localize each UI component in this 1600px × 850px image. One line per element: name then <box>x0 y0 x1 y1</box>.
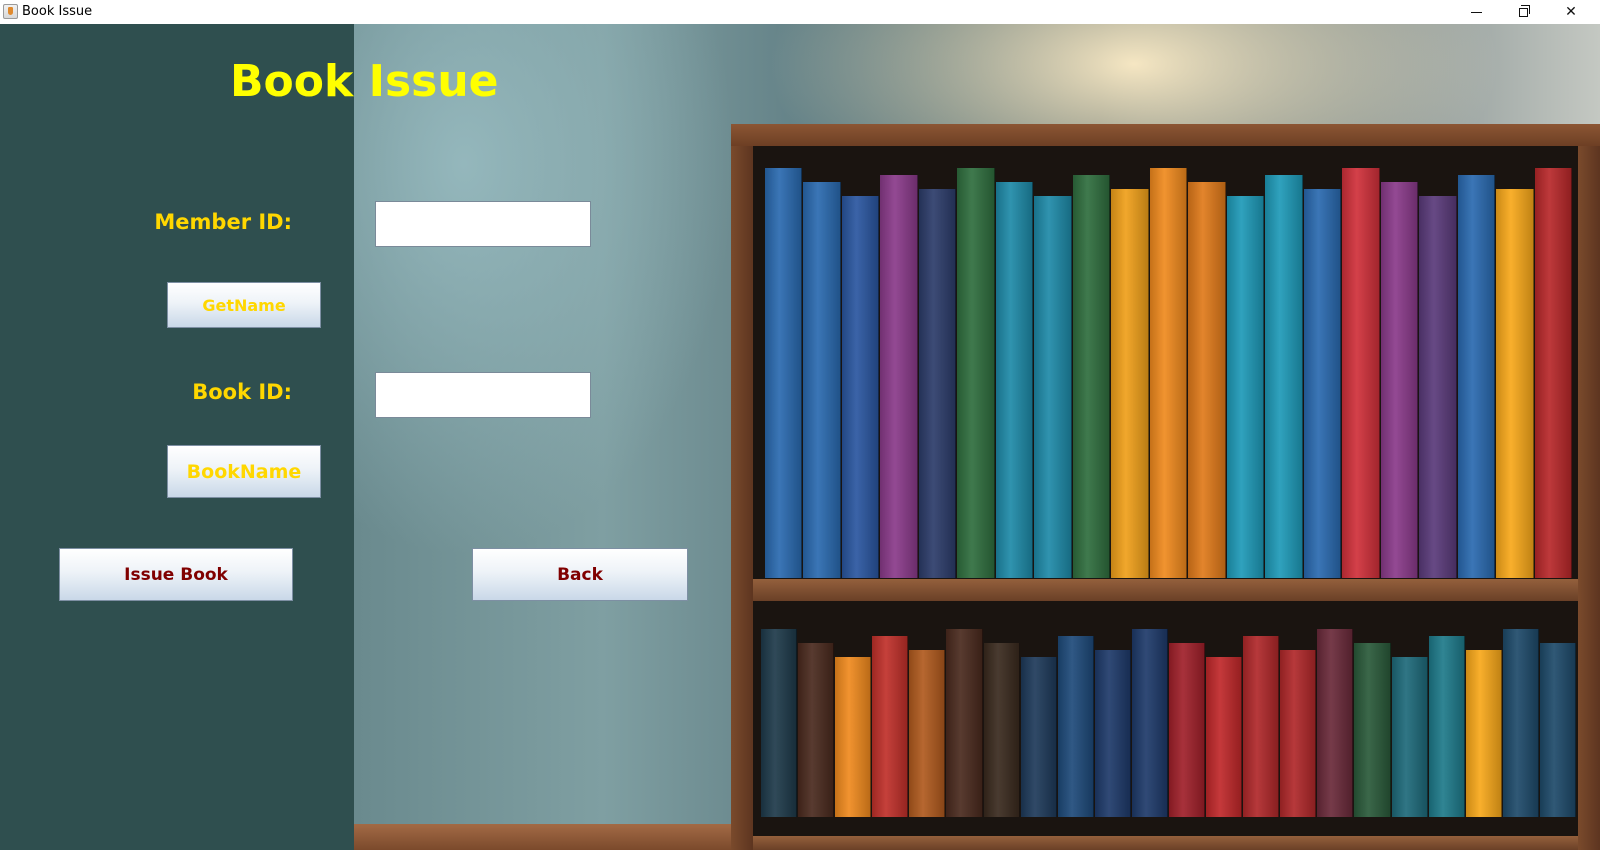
bookshelf <box>731 124 1600 850</box>
member-id-input[interactable] <box>375 201 591 247</box>
book-spine <box>1428 636 1465 817</box>
book-spine <box>946 629 983 817</box>
book-spine <box>1094 650 1131 817</box>
book-spine <box>1380 182 1419 578</box>
bookshelf-side-left <box>731 146 753 850</box>
book-spine <box>983 643 1020 817</box>
minimize-button[interactable] <box>1453 0 1499 24</box>
book-spine <box>761 629 798 817</box>
window-title: Book Issue <box>22 4 93 19</box>
book-spine <box>1342 168 1380 578</box>
book-spine <box>1391 657 1428 817</box>
book-spine <box>1303 189 1342 578</box>
issue-book-button[interactable]: Issue Book <box>59 548 293 601</box>
window-content: Book Issue Member ID: GetName Book ID: B… <box>0 24 1600 850</box>
book-spine <box>995 182 1034 578</box>
book-spine <box>1057 636 1094 817</box>
book-spine <box>765 168 803 578</box>
book-spine <box>1020 657 1057 817</box>
book-spine <box>880 175 918 578</box>
book-spine <box>1457 175 1496 578</box>
shelf-plank-bottom <box>753 836 1578 850</box>
book-spine <box>1188 182 1226 578</box>
book-spine <box>918 189 957 578</box>
book-spine <box>1226 196 1265 578</box>
book-spine <box>803 182 841 578</box>
book-spine <box>1534 168 1572 578</box>
bookshelf-back <box>753 146 1578 850</box>
bookshelf-top <box>731 124 1600 146</box>
restore-icon <box>1518 4 1530 17</box>
java-app-icon <box>3 4 18 19</box>
book-spine <box>841 196 880 578</box>
book-spine <box>1131 629 1168 817</box>
book-id-input[interactable] <box>375 372 591 418</box>
book-spine <box>1169 643 1206 817</box>
book-id-label: Book ID: <box>192 380 292 404</box>
book-spine <box>1072 175 1111 578</box>
book-spine <box>1465 650 1502 817</box>
book-spine <box>1317 629 1354 817</box>
bookshelf-side-right <box>1578 146 1600 850</box>
close-button[interactable]: ✕ <box>1548 0 1594 24</box>
book-spine <box>1111 189 1149 578</box>
book-name-button[interactable]: BookName <box>167 445 321 498</box>
book-spine <box>1502 629 1539 817</box>
restore-button[interactable] <box>1500 0 1546 24</box>
book-spine <box>1265 175 1303 578</box>
book-spine <box>1539 643 1576 817</box>
book-spine <box>1034 196 1072 578</box>
back-button[interactable]: Back <box>472 548 688 601</box>
book-spine <box>1280 650 1317 817</box>
left-panel <box>0 24 354 850</box>
book-spine <box>872 636 909 817</box>
get-name-button[interactable]: GetName <box>167 282 321 328</box>
book-spine <box>1243 636 1280 817</box>
book-spine <box>1419 196 1457 578</box>
book-spine <box>1354 643 1391 817</box>
page-title: Book Issue <box>230 56 499 107</box>
book-spine <box>835 657 872 817</box>
book-spine <box>909 650 946 817</box>
minimize-icon <box>1470 11 1482 13</box>
shelf-plank-middle <box>753 579 1578 601</box>
close-icon: ✕ <box>1565 4 1577 20</box>
book-spine <box>1206 657 1243 817</box>
book-spine <box>957 168 995 578</box>
book-spine <box>798 643 835 817</box>
book-spine <box>1149 168 1188 578</box>
floor <box>354 824 754 850</box>
background-image <box>354 24 1600 850</box>
member-id-label: Member ID: <box>154 210 292 234</box>
window-titlebar: Book Issue ✕ <box>0 0 1600 25</box>
book-spine <box>1496 189 1534 578</box>
